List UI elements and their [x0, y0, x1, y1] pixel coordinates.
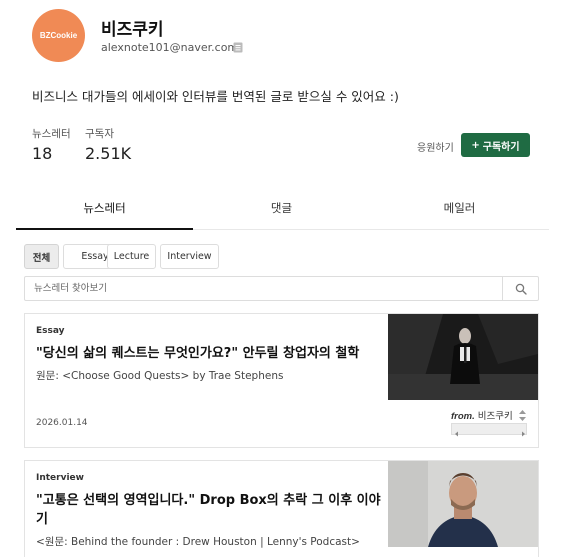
- copy-icon[interactable]: [233, 42, 243, 53]
- publisher-email: alexnote101@naver.com: [101, 41, 239, 54]
- post-source: from. 비즈쿠키: [451, 408, 527, 438]
- section-tabs: 뉴스레터 댓글 메일러: [16, 192, 549, 230]
- search-input[interactable]: [25, 277, 503, 300]
- post-title[interactable]: "당신의 삶의 퀘스트는 무엇인가요?" 안두릴 창업자의 철학: [36, 344, 381, 363]
- post-category: Essay: [36, 326, 65, 336]
- post-thumbnail[interactable]: [388, 461, 538, 547]
- stat-label: 구독자: [85, 128, 114, 140]
- post-date: 2026.01.14: [36, 418, 88, 428]
- publisher-header: BZCookie 비즈쿠키 alexnote101@naver.com: [32, 9, 552, 65]
- filter-lecture[interactable]: Lecture: [107, 244, 156, 269]
- stat-newsletters: 뉴스레터 18: [32, 126, 71, 163]
- plus-icon: +: [471, 139, 480, 151]
- post-thumbnail[interactable]: [388, 314, 538, 400]
- tab-comments[interactable]: 댓글: [193, 192, 370, 230]
- stat-label: 뉴스레터: [32, 128, 71, 140]
- scroll-arrows-icon[interactable]: [518, 409, 527, 422]
- post-subtitle: 원문: <Choose Good Quests> by Trae Stephen…: [36, 370, 284, 382]
- publisher-logo[interactable]: BZCookie: [32, 9, 85, 62]
- post-category: Interview: [36, 473, 84, 483]
- scrollbar-arrows-icon: [455, 431, 525, 437]
- subscribe-button[interactable]: + 구독하기: [461, 133, 530, 157]
- post-thumbnail-image: [388, 314, 538, 400]
- stat-value: 18: [32, 144, 53, 163]
- post-card[interactable]: Interview "고통은 선택의 영역입니다." Drop Box의 추락 …: [24, 460, 539, 557]
- filter-interview[interactable]: Interview: [160, 244, 219, 269]
- filter-all[interactable]: 전체: [24, 244, 59, 269]
- search-button[interactable]: [502, 277, 538, 300]
- search-icon: [515, 283, 527, 295]
- post-card[interactable]: Essay "당신의 삶의 퀘스트는 무엇인가요?" 안두릴 창업자의 철학 원…: [24, 313, 539, 448]
- newsletter-search: [24, 276, 539, 301]
- publisher-description: 비즈니스 대가들의 에세이와 인터뷰를 번역된 글로 받으실 수 있어요 :): [32, 89, 399, 104]
- tab-newsletters[interactable]: 뉴스레터: [16, 192, 193, 230]
- post-from: from. 비즈쿠키: [451, 411, 513, 422]
- subscribe-label: 구독하기: [482, 141, 520, 153]
- post-subtitle: <원문: Behind the founder : Drew Houston |…: [36, 536, 360, 548]
- publisher-name: 비즈쿠키: [101, 20, 164, 40]
- stat-value: 2.51K: [85, 144, 132, 163]
- post-title[interactable]: "고통은 선택의 영역입니다." Drop Box의 추락 그 이후 이야기: [36, 491, 381, 529]
- support-link[interactable]: 응원하기: [417, 139, 454, 154]
- tab-mailer[interactable]: 메일러: [370, 192, 549, 230]
- source-scrollbar[interactable]: [451, 423, 527, 437]
- post-thumbnail-image: [388, 461, 538, 547]
- stat-subscribers: 구독자 2.51K: [85, 126, 131, 163]
